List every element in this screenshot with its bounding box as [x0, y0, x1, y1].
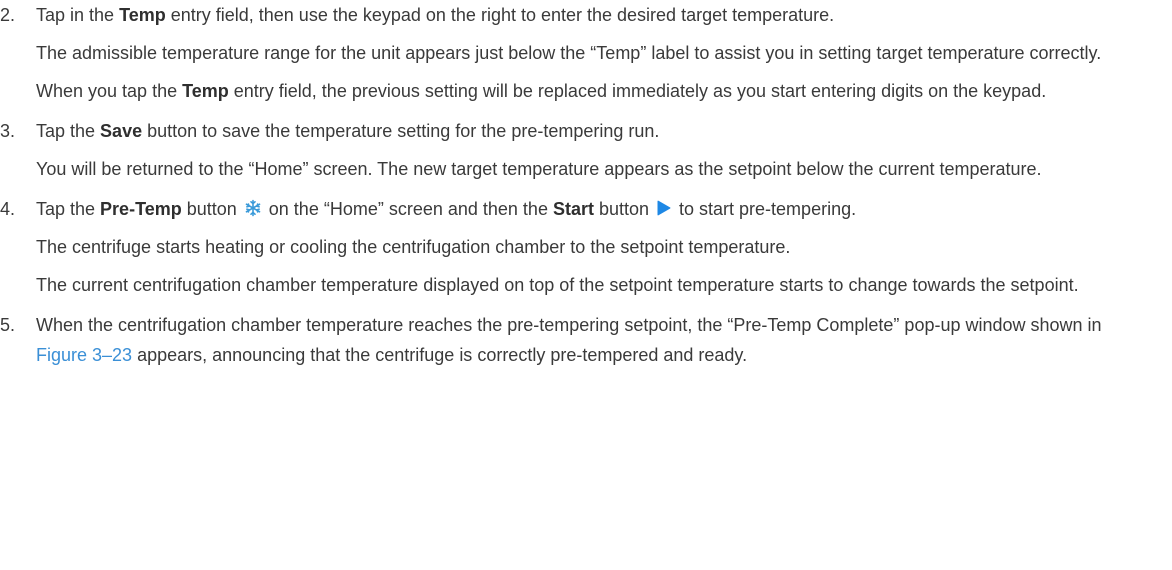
text-run: button	[593, 199, 655, 219]
step-4-paragraph-3: The current centrifugation chamber tempe…	[36, 275, 1079, 295]
step-2-paragraph-3: When you tap the Temp entry field, the p…	[36, 76, 1152, 106]
step-3: 3. Tap the Save button to save the tempe…	[0, 116, 1152, 184]
snowflake-icon	[244, 199, 262, 217]
document-page: 2. Tap in the Temp entry field, then use…	[0, 0, 1172, 570]
figure-reference-link[interactable]: Figure 3–23	[36, 345, 132, 365]
bold-term-temp: Temp	[119, 5, 166, 25]
step-4-paragraph-2: The centrifuge starts heating or cooling…	[36, 237, 791, 257]
text-run: Tap the	[36, 199, 101, 219]
bold-term-start: Start	[552, 199, 594, 219]
step-5-paragraph-1: When the centrifugation chamber temperat…	[36, 310, 1152, 370]
text-run: on the “Home” screen and then the	[263, 199, 553, 219]
bold-term-temp: Temp	[182, 81, 229, 101]
text-run: When you tap the	[36, 81, 183, 101]
text-run: Tap in the	[36, 5, 120, 25]
step-2-paragraph-1: Tap in the Temp entry field, then use th…	[36, 0, 1152, 30]
step-5: 5. When the centrifugation chamber tempe…	[0, 310, 1152, 370]
step-number: 2.	[0, 5, 16, 25]
text-run: button	[181, 199, 242, 219]
step-3-paragraph-1: Tap the Save button to save the temperat…	[36, 116, 1152, 146]
play-icon	[656, 199, 672, 217]
text-run: Tap the	[36, 121, 101, 141]
text-run: button to save the temperature setting f…	[142, 121, 660, 141]
step-number: 5.	[0, 315, 16, 335]
step-2: 2. Tap in the Temp entry field, then use…	[0, 0, 1152, 106]
text-run: When the centrifugation chamber temperat…	[36, 315, 1102, 335]
step-3-paragraph-2: You will be returned to the “Home” scree…	[36, 159, 1042, 179]
step-4: 4. Tap the Pre-Temp button on the “Home”…	[0, 194, 1152, 300]
bold-term-pre-temp: Pre-Temp	[100, 199, 182, 219]
text-run: appears, announcing that the centrifuge …	[132, 345, 748, 365]
text-run: entry field, then use the keypad on the …	[165, 5, 835, 25]
step-2-paragraph-2: The admissible temperature range for the…	[36, 43, 1102, 63]
step-number: 3.	[0, 121, 16, 141]
step-number: 4.	[0, 199, 16, 219]
bold-term-save: Save	[100, 121, 143, 141]
step-4-paragraph-1: Tap the Pre-Temp button on the “Home” sc…	[36, 194, 1152, 224]
text-run: to start pre-tempering.	[674, 199, 857, 219]
text-run: entry field, the previous setting will b…	[228, 81, 1047, 101]
